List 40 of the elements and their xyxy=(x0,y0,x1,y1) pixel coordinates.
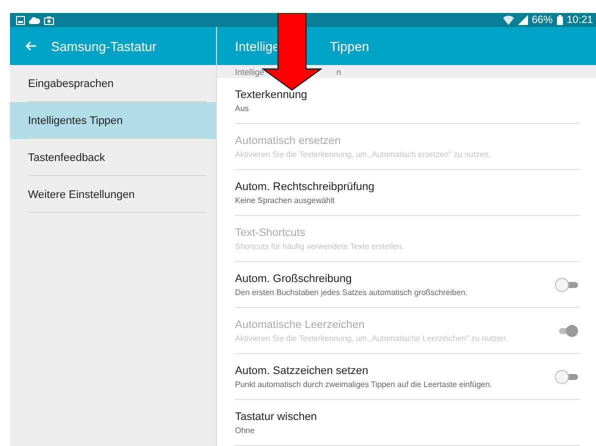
page-title: Tippen xyxy=(330,38,370,54)
toggle-switch[interactable] xyxy=(556,278,578,290)
settings-row[interactable]: Autom. Großschreibung Den ersten Buchstaben jedes Satzes automatisch großschreiben. xyxy=(235,262,580,308)
setting-title: Automatisch ersetzen xyxy=(235,134,342,146)
setting-title: Tastatur wischen xyxy=(235,410,318,422)
settings-row[interactable]: Autom. Rechtschreibprüfung Keine Sprachen ausgewählt xyxy=(235,170,580,216)
camera-icon xyxy=(44,16,54,24)
setting-summary: Aktivieren Sie die Texterkennung, um „Automatisch ersetzen" zu nutzen. xyxy=(235,150,492,158)
battery-icon xyxy=(556,15,563,25)
setting-summary: Aus xyxy=(235,104,250,112)
setting-title: Texterkennung xyxy=(235,88,308,100)
setting-summary: Den ersten Buchstaben jedes Satzes automatisch großschreiben. xyxy=(235,288,469,296)
back-icon[interactable] xyxy=(25,41,37,51)
app-title: Samsung-Tastatur xyxy=(51,38,156,54)
setting-summary: Shortcuts für häufig verwendete Texte erstellen. xyxy=(235,242,405,250)
settings-row[interactable]: Tastatur wischen Ohne xyxy=(235,400,580,446)
setting-title: Autom. Rechtschreibprüfung xyxy=(235,180,376,192)
setting-title: Automatische Leerzeichen xyxy=(235,318,366,330)
signal-icon xyxy=(518,15,528,25)
sidebar-item[interactable]: Tastenfeedback xyxy=(10,139,216,176)
clock: 10:21 xyxy=(566,14,593,26)
settings-row[interactable]: Autom. Satzzeichen setzen Punkt automatisch durch zweimaliges Tippen auf die Leertaste einfügen. xyxy=(235,354,580,400)
cloud-icon xyxy=(29,16,40,24)
setting-summary: Ohne xyxy=(235,426,256,434)
sidebar-item[interactable]: Weitere Einstellungen xyxy=(10,176,216,213)
battery-percent: 66% xyxy=(532,14,553,26)
section-label: n xyxy=(336,66,342,76)
setting-title: Text-Shortcuts xyxy=(235,226,306,238)
setting-summary: Aktivieren Sie die Texterkennung, um „Automatische Leerzeichen" zu nutzen. xyxy=(235,334,510,342)
setting-title: Autom. Großschreibung xyxy=(235,272,353,284)
page-title: Intellige xyxy=(235,38,280,54)
sidebar-item[interactable]: Intelligentes Tippen xyxy=(10,102,216,139)
toggle-switch[interactable] xyxy=(556,370,578,382)
wifi-icon xyxy=(502,15,514,25)
setting-title: Autom. Satzzeichen setzen xyxy=(235,364,370,376)
gallery-icon xyxy=(16,16,25,24)
section-label: Intellige xyxy=(235,66,264,76)
setting-summary: Keine Sprachen ausgewählt xyxy=(235,196,336,204)
sidebar-item[interactable]: Eingabesprachen xyxy=(10,65,216,102)
setting-summary: Punkt automatisch durch zweimaliges Tippen auf die Leertaste einfügen. xyxy=(235,380,494,388)
